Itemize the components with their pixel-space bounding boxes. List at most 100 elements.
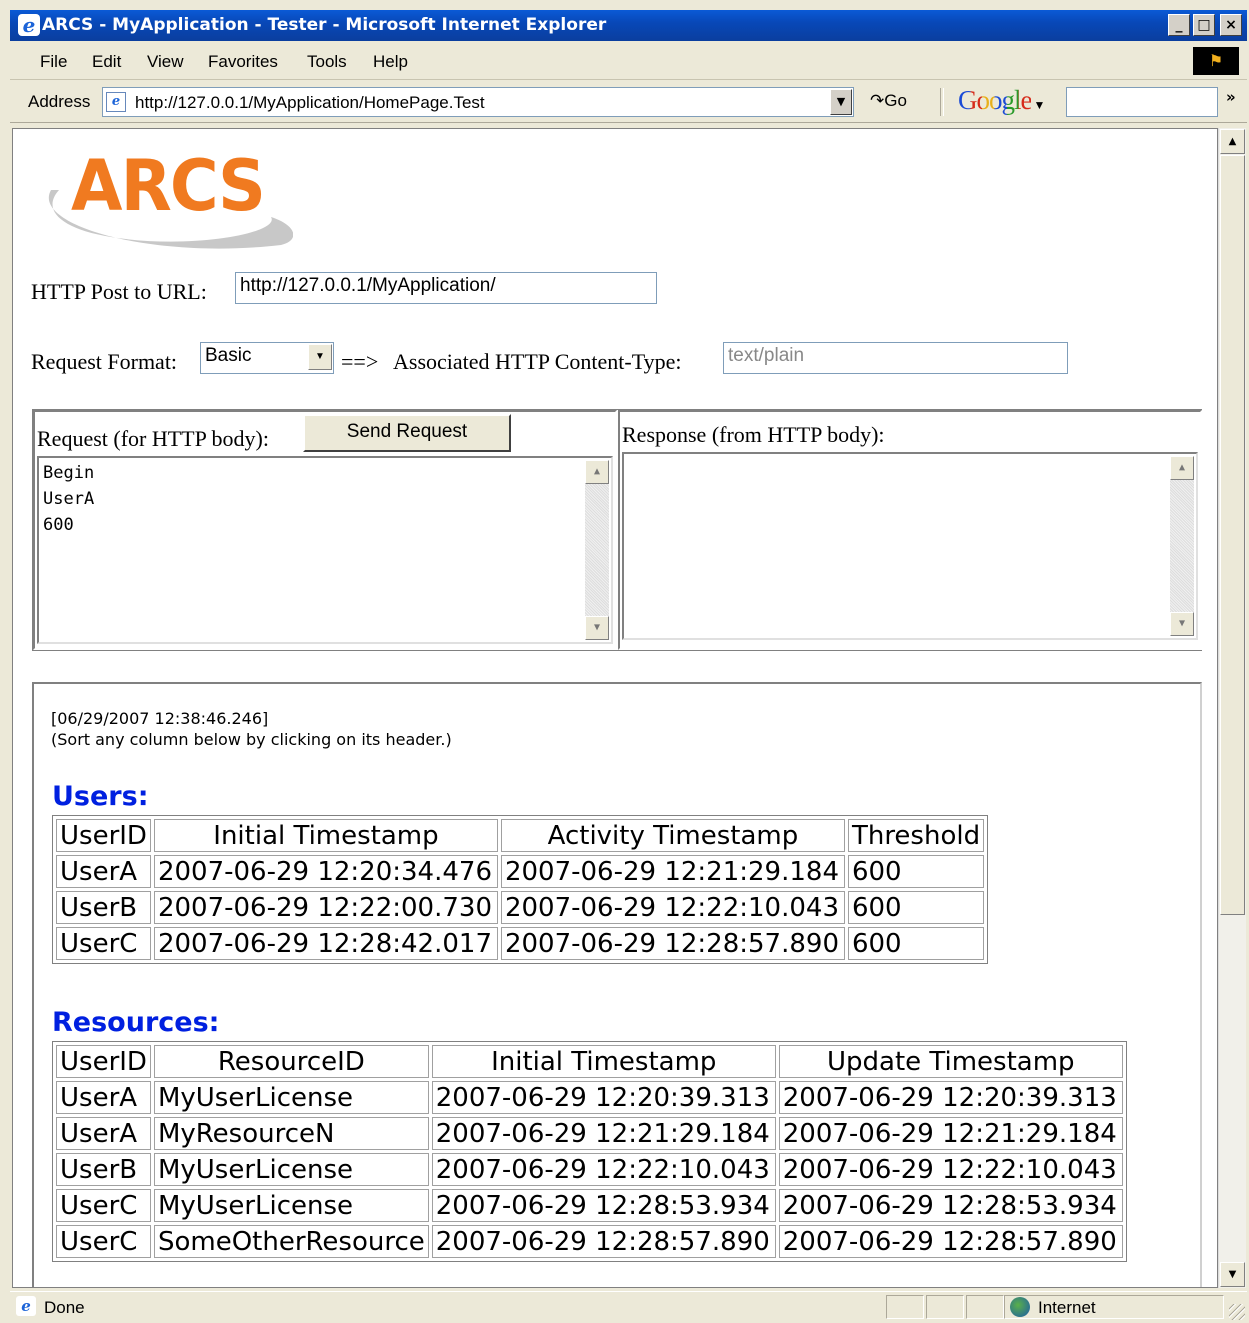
title-bar[interactable]: e ARCS - MyApplication - Tester - Micros… (10, 10, 1247, 41)
request-scrollbar[interactable]: ▲ ▼ (585, 460, 609, 640)
table-row: UserC 2007-06-29 12:28:42.017 2007-06-29… (56, 927, 985, 960)
menu-file[interactable]: File (40, 52, 67, 72)
scroll-up-icon[interactable]: ▲ (1220, 129, 1245, 154)
menu-tools[interactable]: Tools (307, 52, 347, 72)
resources-col-update-timestamp[interactable]: Update Timestamp (778, 1045, 1123, 1078)
resources-col-userid[interactable]: UserID (56, 1045, 151, 1078)
google-search-input[interactable] (1066, 87, 1218, 117)
users-col-activity-timestamp[interactable]: Activity Timestamp (500, 819, 845, 852)
menu-favorites[interactable]: Favorites (208, 52, 278, 72)
scroll-up-icon[interactable]: ▲ (585, 460, 609, 484)
address-bar: Address e http://127.0.0.1/MyApplication… (10, 82, 1247, 123)
menu-view[interactable]: View (147, 52, 184, 72)
users-cell: 2007-06-29 12:28:57.890 (500, 927, 845, 960)
arrow-label: ==> (341, 349, 379, 374)
close-button[interactable]: × (1220, 14, 1242, 36)
status-cell (966, 1295, 1004, 1319)
table-row: UserC SomeOtherResource 2007-06-29 12:28… (56, 1225, 1123, 1258)
page-content: ARCS HTTP Post to URL: http://127.0.0.1/… (12, 128, 1218, 1288)
users-cell: 600 (847, 891, 985, 924)
minimize-button[interactable]: _ (1168, 14, 1190, 36)
users-col-threshold[interactable]: Threshold (847, 819, 985, 852)
resources-header-row: UserID ResourceID Initial Timestamp Upda… (56, 1045, 1123, 1078)
resources-cell: 2007-06-29 12:28:57.890 (431, 1225, 776, 1258)
request-line: UserA (43, 489, 95, 509)
send-request-button[interactable]: Send Request (303, 414, 511, 452)
request-body-textarea[interactable]: Begin UserA 600 ▲ ▼ (37, 456, 613, 644)
request-line: Begin (43, 463, 95, 483)
browser-window: e ARCS - MyApplication - Tester - Micros… (0, 0, 1249, 1323)
resize-grip[interactable] (1229, 1304, 1245, 1320)
maximize-button[interactable]: □ (1193, 14, 1215, 36)
resources-col-resourceid[interactable]: ResourceID (153, 1045, 429, 1078)
users-cell: UserA (56, 855, 151, 888)
resources-table: UserID ResourceID Initial Timestamp Upda… (52, 1041, 1127, 1262)
users-heading: Users: (52, 781, 149, 812)
request-body-label: Request (for HTTP body): (37, 426, 269, 451)
toolbar-separator (940, 88, 944, 116)
users-cell: 600 (847, 855, 985, 888)
response-scrollbar[interactable]: ▲ ▼ (1170, 456, 1194, 636)
request-format-value: Basic (205, 345, 252, 366)
resources-col-initial-timestamp[interactable]: Initial Timestamp (431, 1045, 776, 1078)
status-bar: e Done Internet (10, 1291, 1247, 1322)
address-dropdown-button[interactable]: ▼ (830, 89, 852, 115)
sort-hint-text: (Sort any column below by clicking on it… (51, 730, 452, 749)
google-toolbar-button[interactable]: Google ▼ (958, 85, 1045, 116)
resources-cell: SomeOtherResource (153, 1225, 429, 1258)
response-body-textarea[interactable]: ▲ ▼ (622, 452, 1198, 640)
address-label: Address (28, 92, 91, 111)
go-label: Go (884, 91, 907, 110)
users-cell: UserC (56, 927, 151, 960)
scroll-down-icon[interactable]: ▼ (1220, 1262, 1245, 1287)
resources-cell: UserC (56, 1225, 151, 1258)
request-panel: Request (for HTTP body): Send Request Be… (33, 410, 617, 650)
menu-edit[interactable]: Edit (92, 52, 121, 72)
resources-cell: MyUserLicense (153, 1153, 429, 1186)
toolbar-more-button[interactable]: » (1226, 88, 1236, 106)
users-cell: 2007-06-29 12:21:29.184 (500, 855, 845, 888)
table-row: UserB MyUserLicense 2007-06-29 12:22:10.… (56, 1153, 1123, 1186)
page-scrollbar[interactable]: ▲ ▼ (1218, 128, 1246, 1288)
google-dropdown-icon: ▼ (1031, 98, 1045, 112)
scroll-thumb[interactable] (1220, 155, 1245, 915)
table-row: UserC MyUserLicense 2007-06-29 12:28:53.… (56, 1189, 1123, 1222)
scroll-down-icon[interactable]: ▼ (1170, 612, 1194, 636)
table-row: UserB 2007-06-29 12:22:00.730 2007-06-29… (56, 891, 985, 924)
page-icon: e (106, 92, 126, 112)
users-cell: 2007-06-29 12:22:10.043 (500, 891, 845, 924)
resources-heading: Resources: (52, 1007, 220, 1038)
security-zone: Internet (1038, 1298, 1096, 1317)
go-button[interactable]: ↷Go (870, 91, 907, 111)
scroll-down-icon[interactable]: ▼ (585, 616, 609, 640)
chevron-down-icon[interactable]: ▼ (308, 344, 332, 370)
resources-cell: 2007-06-29 12:21:29.184 (778, 1117, 1123, 1150)
response-panel: Response (from HTTP body): ▲ ▼ (618, 410, 1202, 650)
resources-cell: UserA (56, 1081, 151, 1114)
status-zone-cell (1004, 1295, 1224, 1319)
users-col-initial-timestamp[interactable]: Initial Timestamp (153, 819, 498, 852)
request-line: 600 (43, 515, 74, 535)
resources-cell: 2007-06-29 12:20:39.313 (778, 1081, 1123, 1114)
content-type-input[interactable]: text/plain (723, 342, 1068, 374)
address-input[interactable]: e http://127.0.0.1/MyApplication/HomePag… (102, 87, 854, 117)
logo-text: ARCS (71, 145, 266, 227)
resources-cell: 2007-06-29 12:20:39.313 (431, 1081, 776, 1114)
table-row: UserA MyResourceN 2007-06-29 12:21:29.18… (56, 1117, 1123, 1150)
users-cell: 2007-06-29 12:28:42.017 (153, 927, 498, 960)
page-status-icon: e (16, 1296, 36, 1316)
request-format-select[interactable]: Basic ▼ (200, 342, 334, 374)
resources-cell: UserA (56, 1117, 151, 1150)
response-body-label: Response (from HTTP body): (622, 422, 885, 447)
users-header-row: UserID Initial Timestamp Activity Timest… (56, 819, 985, 852)
users-cell: UserB (56, 891, 151, 924)
scroll-up-icon[interactable]: ▲ (1170, 456, 1194, 480)
table-row: UserA 2007-06-29 12:20:34.476 2007-06-29… (56, 855, 985, 888)
google-logo: Google (958, 85, 1032, 115)
users-col-userid[interactable]: UserID (56, 819, 151, 852)
menu-help[interactable]: Help (373, 52, 408, 72)
timestamp-text: [06/29/2007 12:38:46.246] (51, 709, 269, 728)
window-title: ARCS - MyApplication - Tester - Microsof… (42, 15, 607, 35)
globe-icon (1010, 1297, 1030, 1317)
post-url-input[interactable]: http://127.0.0.1/MyApplication/ (235, 272, 657, 304)
